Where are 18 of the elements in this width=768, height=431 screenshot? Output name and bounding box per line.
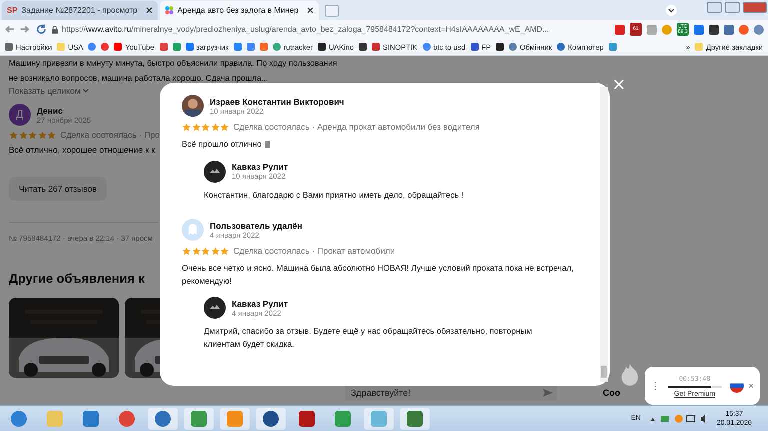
author-name: Кавказ Рулит bbox=[232, 162, 288, 172]
deal-meta: Сделка состоялась · Аренда прокат автомобили без водителя bbox=[234, 122, 480, 132]
review-text: Очень все четко и ясно. Машина была абсолютно НОВАЯ! Лучше условий проката пока не встречал, рекомендую! bbox=[182, 262, 575, 287]
section-title: Соо bbox=[603, 388, 620, 398]
author-name: Пользователь удалён bbox=[210, 220, 303, 230]
tab-icon: SP bbox=[7, 6, 18, 15]
reply-text: Константин, благодарю с Вами приятно иметь дело, обращайтесь ! bbox=[204, 188, 465, 201]
deal-meta: Сделка состоялась · Про bbox=[60, 130, 160, 140]
author-name: Израев Константин Викторович bbox=[210, 96, 344, 106]
author-name: Денис bbox=[37, 106, 64, 116]
section-title: Другие объявления к bbox=[9, 271, 146, 286]
review-text: Всё отлично, хорошее отношение к к bbox=[9, 145, 156, 155]
review-text: Машину привезли в минуту минута, быстро объяснили правила. По ходу пользования не возникало вопросов, машина работала хорошо. Сдача прошла... bbox=[9, 58, 338, 85]
deal-meta: Сделка состоялась · Прокат автомобили bbox=[234, 246, 396, 256]
reply-text: Дмитрий, спасибо за отзыв. Будете ещё у нас обращайтесь обязательно, повторным клиентам будет скидка. bbox=[204, 325, 534, 350]
author-name: Кавказ Рулит bbox=[232, 298, 288, 308]
review-text: Всё прошло отлично bbox=[182, 138, 582, 150]
avatar: Д bbox=[9, 104, 31, 126]
